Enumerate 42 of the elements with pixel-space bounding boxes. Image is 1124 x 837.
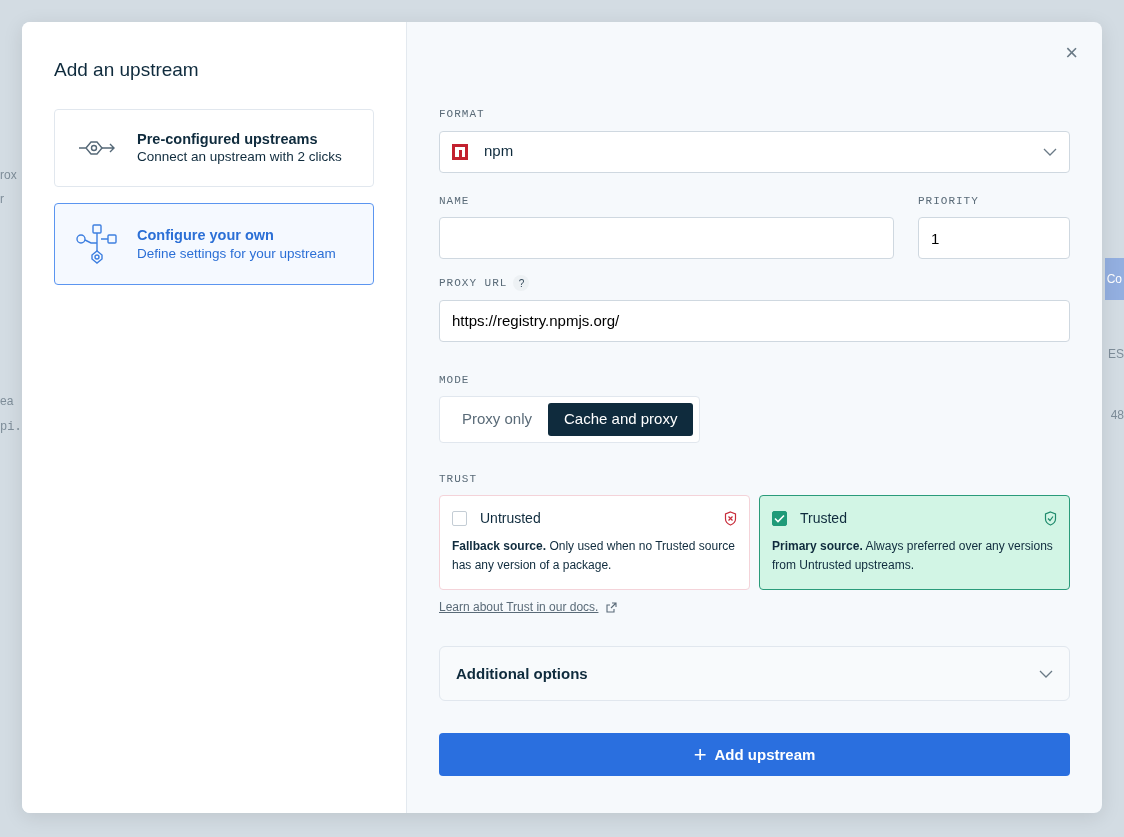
trust-title: Untrusted (480, 509, 542, 528)
name-input[interactable] (439, 217, 894, 259)
upstream-option[interactable]: Pre-configured upstreams Connect an upstream with 2 clicks (54, 108, 374, 187)
mode-option[interactable]: Proxy only (446, 403, 549, 436)
chevron-icon (1039, 669, 1053, 678)
field-label: PRIORITY (918, 193, 979, 209)
upstream-option[interactable]: Configure your own Define settings for your upstream (54, 202, 374, 285)
trust-description: Primary source. Always preferred over any versions from Untrusted upstreams. (772, 538, 1054, 575)
docs-link[interactable]: Learn about Trust in our docs. (439, 598, 599, 617)
field-label: PROXY URL (439, 276, 508, 291)
background-text: rox (0, 167, 17, 184)
package-icon (452, 143, 468, 160)
checkbox[interactable] (772, 511, 787, 526)
format-select[interactable]: npm (439, 130, 1070, 173)
field-label: NAME (439, 193, 470, 209)
shield-x-icon (724, 511, 737, 526)
trust-card[interactable]: Untrusted Fallback source. Only used when no Trusted source has any version of a package. (439, 495, 750, 591)
additional-options-toggle[interactable]: Additional options (439, 646, 1070, 702)
trust-title: Trusted (800, 509, 848, 528)
field-label: FORMAT (439, 107, 485, 122)
background-text: 48 (1110, 407, 1124, 424)
external-link-icon (606, 601, 618, 613)
field-label: TRUST (439, 471, 477, 487)
shield-check-icon (1044, 511, 1057, 526)
background-text: r (0, 191, 4, 208)
help-icon[interactable]: ? (513, 275, 530, 292)
background-text: ea (0, 393, 14, 410)
background-text: ES (1108, 346, 1124, 363)
priority-input[interactable]: 1 (918, 217, 1070, 259)
field-label: MODE (439, 372, 470, 388)
url-input[interactable]: https://registry.npmjs.org/ (439, 299, 1070, 342)
connector-icon (78, 138, 116, 157)
checkbox[interactable] (452, 511, 467, 526)
dialog-title: Add an upstream (54, 58, 200, 82)
chevron-icon (1043, 147, 1057, 156)
branch-icon (75, 223, 119, 264)
mode-option[interactable]: Cache and proxy (548, 403, 694, 436)
trust-description: Fallback source. Only used when no Trusted source has any version of a package. (452, 538, 736, 575)
trust-card[interactable]: Trusted Primary source. Always preferred over any versions from Untrusted upstreams. (759, 495, 1070, 591)
background-text: pi. (0, 419, 22, 436)
add-upstream-button[interactable]: + Add upstream (439, 733, 1070, 777)
close-button[interactable]: × (1065, 42, 1078, 64)
